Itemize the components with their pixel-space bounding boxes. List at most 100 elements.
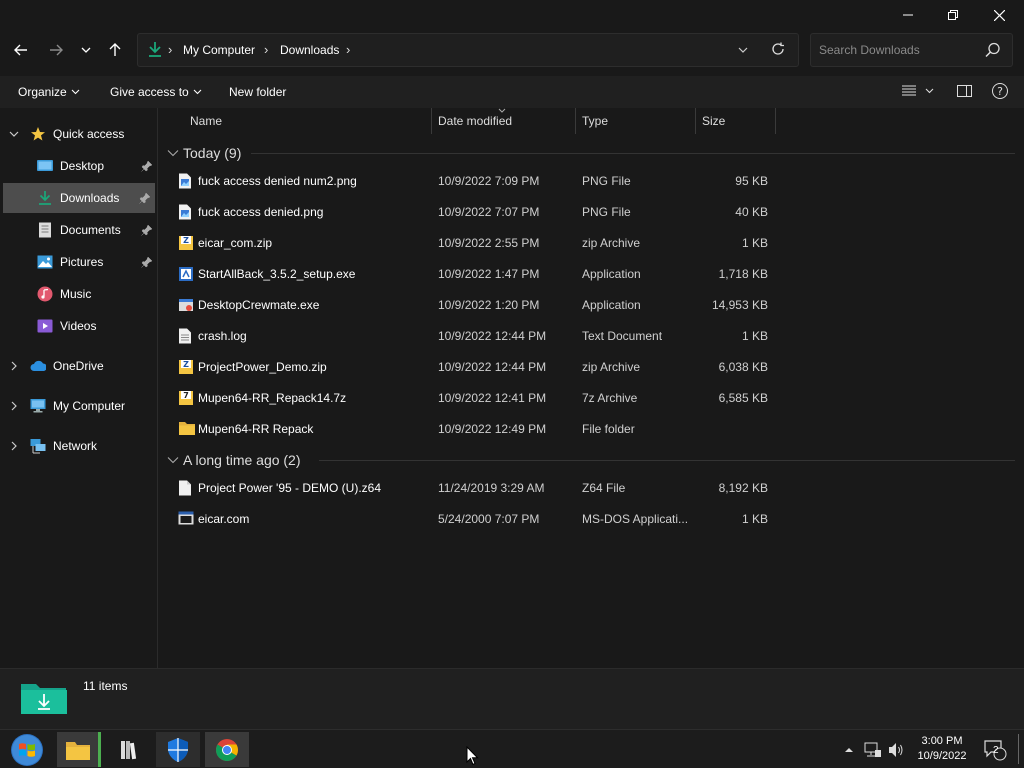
chevron-right-icon[interactable] <box>9 401 19 411</box>
clock[interactable]: 3:00 PM 10/9/2022 <box>912 734 972 764</box>
folder-icon <box>65 741 90 760</box>
group-title: A long time ago (2) <box>183 452 301 468</box>
taskbar-library[interactable] <box>107 732 151 767</box>
show-hidden-icons-button[interactable] <box>840 732 858 767</box>
view-options-button[interactable] <box>900 82 936 103</box>
file-row[interactable]: Mupen64-RR Repack 10/9/2022 12:49 PM File … <box>159 415 1019 445</box>
group-divider <box>251 153 1015 154</box>
star-icon <box>30 126 46 142</box>
sidebar-label: Music <box>60 287 92 301</box>
file-row[interactable]: 7 Mupen64-RR_Repack14.7z 10/9/2022 12:41 P… <box>159 384 1019 414</box>
file-name: ProjectPower_Demo.zip <box>198 360 327 374</box>
shield-icon <box>168 737 188 762</box>
file-type: zip Archive <box>582 360 641 374</box>
address-bar[interactable]: › My Computer › Downloads › <box>137 33 799 67</box>
help-icon: ? <box>992 83 1008 99</box>
svg-text:7: 7 <box>183 391 189 400</box>
file-row[interactable]: StartAllBack_3.5.2_setup.exe 10/9/2022 1:… <box>159 260 1019 290</box>
pin-icon[interactable] <box>141 160 153 172</box>
file-row[interactable]: crash.log 10/9/2022 12:44 PM Text Document… <box>159 322 1019 352</box>
file-type: 7z Archive <box>582 391 638 405</box>
pin-icon[interactable] <box>141 224 153 236</box>
up-button[interactable] <box>102 38 128 62</box>
sidebar-item-desktop[interactable]: Desktop <box>0 151 157 181</box>
taskbar-file-explorer[interactable] <box>57 732 101 767</box>
chevron-right-icon[interactable] <box>9 441 19 451</box>
organize-label: Organize <box>18 85 67 99</box>
sidebar-item-downloads[interactable]: Downloads <box>3 183 155 213</box>
group-header[interactable]: A long time ago (2) <box>167 449 301 471</box>
sidebar-label: OneDrive <box>53 359 104 373</box>
volume-button[interactable] <box>886 732 908 767</box>
pin-icon[interactable] <box>141 256 153 268</box>
file-row[interactable]: fuck access denied.png 10/9/2022 7:07 PM P… <box>159 198 1019 228</box>
breadcrumb-my-computer[interactable]: My Computer <box>183 43 255 57</box>
breadcrumb-downloads[interactable]: Downloads <box>280 43 339 57</box>
file-row[interactable]: eicar.com 5/24/2000 7:07 PM MS-DOS Applica… <box>159 505 1019 535</box>
address-history-dropdown[interactable] <box>738 43 748 60</box>
file-date: 10/9/2022 12:41 PM <box>438 391 547 405</box>
new-folder-button[interactable]: New folder <box>229 85 286 99</box>
chevron-down-icon[interactable] <box>9 129 19 139</box>
file-type: Application <box>582 267 641 281</box>
svg-text:Z: Z <box>183 360 189 369</box>
help-button[interactable]: ? <box>991 82 1009 103</box>
column-header-type[interactable]: Type <box>576 108 696 134</box>
sidebar-item-my-computer[interactable]: My Computer <box>0 391 157 421</box>
sidebar-item-documents[interactable]: Documents <box>0 215 157 245</box>
file-name: crash.log <box>198 329 247 343</box>
restore-button[interactable] <box>930 0 976 30</box>
notification-count: 2 <box>993 745 999 756</box>
file-type: PNG File <box>582 174 631 188</box>
pin-icon[interactable] <box>139 192 151 204</box>
refresh-button[interactable] <box>771 42 785 59</box>
file-row[interactable]: Project Power '95 - DEMO (U).z64 11/24/20… <box>159 474 1019 504</box>
file-type: Text Document <box>582 329 663 343</box>
recent-locations-button[interactable] <box>73 38 99 62</box>
show-desktop-button[interactable] <box>1018 734 1019 764</box>
windows-orb-icon <box>11 733 43 766</box>
file-size: 40 KB <box>735 205 768 219</box>
give-access-button[interactable]: Give access to <box>110 85 202 99</box>
taskbar-chrome[interactable] <box>205 732 249 767</box>
file-size: 1 KB <box>741 512 768 526</box>
back-button[interactable] <box>8 38 34 62</box>
sidebar-item-videos[interactable]: Videos <box>0 311 157 341</box>
file-row[interactable]: fuck access denied num2.png 10/9/2022 7:0… <box>159 167 1019 197</box>
search-icon[interactable] <box>985 42 1001 61</box>
minimize-button[interactable] <box>885 0 931 30</box>
chevron-down-icon[interactable] <box>167 149 179 157</box>
chevron-down-icon[interactable] <box>167 456 179 464</box>
search-box[interactable]: Search Downloads <box>810 33 1013 67</box>
chevron-right-icon[interactable] <box>9 361 19 371</box>
file-row[interactable]: Zeicar_com.zip 10/9/2022 2:55 PM zip Archi… <box>159 229 1019 259</box>
command-bar: Organize Give access to New folder ? <box>0 76 1024 108</box>
sidebar-item-music[interactable]: Music <box>0 279 157 309</box>
column-header-name[interactable]: Name <box>184 108 432 134</box>
sidebar-item-pictures[interactable]: Pictures <box>0 247 157 277</box>
column-header-date-modified[interactable]: Date modified <box>432 108 576 134</box>
sidebar-label: Downloads <box>60 191 120 205</box>
file-type: PNG File <box>582 205 631 219</box>
taskbar-security[interactable] <box>156 732 200 767</box>
preview-pane-button[interactable] <box>956 82 974 103</box>
chrome-icon <box>216 738 238 761</box>
group-header[interactable]: Today (9) <box>167 142 241 164</box>
sidebar-item-onedrive[interactable]: OneDrive <box>0 351 157 381</box>
file-date: 11/24/2019 3:29 AM <box>438 481 545 495</box>
column-header-size[interactable]: Size <box>696 108 776 134</box>
column-label: Size <box>702 114 726 128</box>
file-size: 6,585 KB <box>718 391 768 405</box>
forward-button[interactable] <box>43 38 69 62</box>
file-row[interactable]: DesktopCrewmate.exe 10/9/2022 1:20 PM Appl… <box>159 291 1019 321</box>
file-row[interactable]: Z ProjectPower_Demo.zip 10/9/2022 12:44 PM… <box>159 353 1019 383</box>
sidebar-item-quick-access[interactable]: Quick access <box>0 119 157 149</box>
sidebar-item-network[interactable]: Network <box>0 431 157 461</box>
start-button[interactable] <box>5 732 49 767</box>
app-exe-icon <box>178 297 193 313</box>
close-button[interactable] <box>976 0 1022 30</box>
organize-button[interactable]: Organize <box>18 85 80 99</box>
archive-7z-icon: 7 <box>178 390 193 406</box>
chevron-down-icon <box>193 89 202 95</box>
network-status-button[interactable] <box>862 732 884 767</box>
